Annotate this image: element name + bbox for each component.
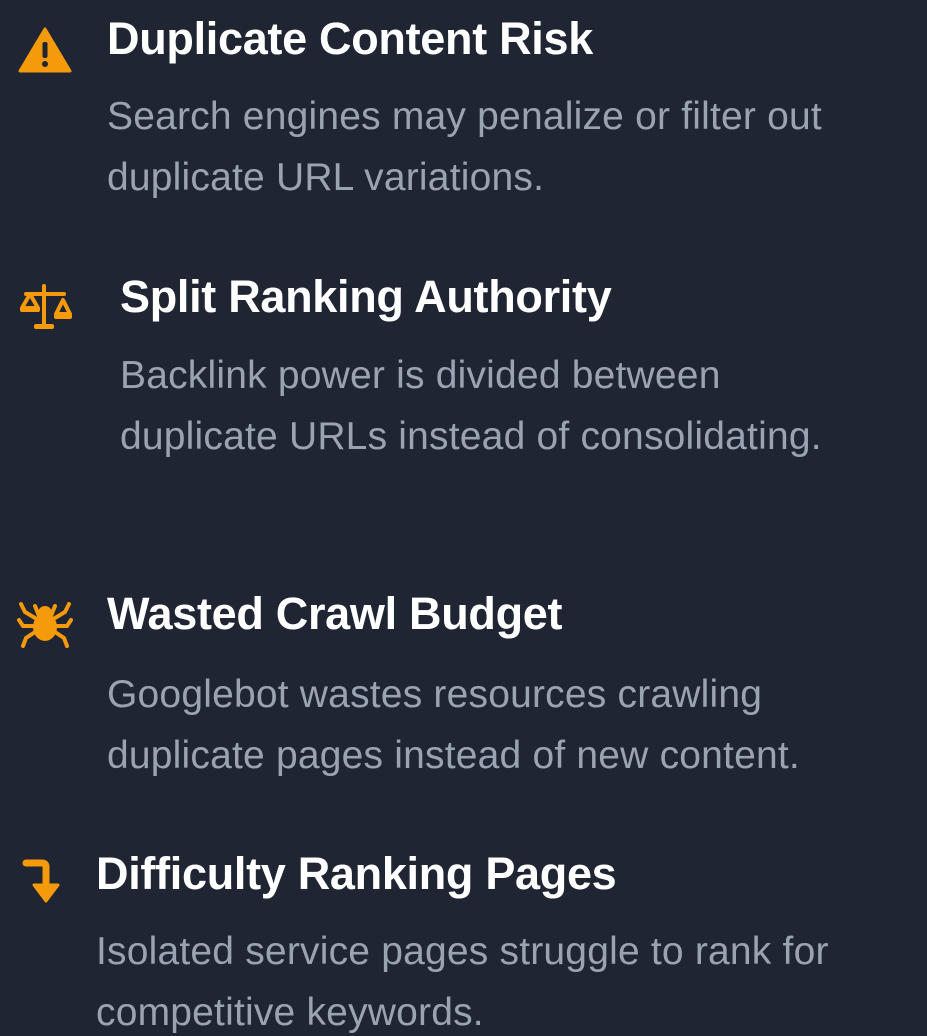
issue-title: Duplicate Content Risk [107,13,593,64]
balance-scale-icon [18,278,74,334]
spider-icon [17,594,73,650]
issue-description: Search engines may penalize or filter ou… [107,95,822,199]
arrow-turn-down-icon [16,849,72,905]
issue-item-split-authority: Split Ranking Authority Backlink power i… [0,260,927,530]
issue-description: Isolated service pages struggle to rank … [96,930,829,1034]
issue-description: Backlink power is divided between duplic… [120,354,822,458]
warning-triangle-icon [17,22,73,78]
issue-description: Googlebot wastes resources crawling dupl… [107,673,800,777]
issue-title: Wasted Crawl Budget [107,588,563,639]
issue-item-ranking-difficulty: Difficulty Ranking Pages Isolated servic… [0,835,927,1036]
issue-title: Split Ranking Authority [120,271,612,322]
issue-item-crawl-budget: Wasted Crawl Budget Googlebot wastes res… [0,580,927,790]
issue-item-duplicate-content: Duplicate Content Risk Search engines ma… [0,0,927,220]
issue-title: Difficulty Ranking Pages [96,848,617,899]
